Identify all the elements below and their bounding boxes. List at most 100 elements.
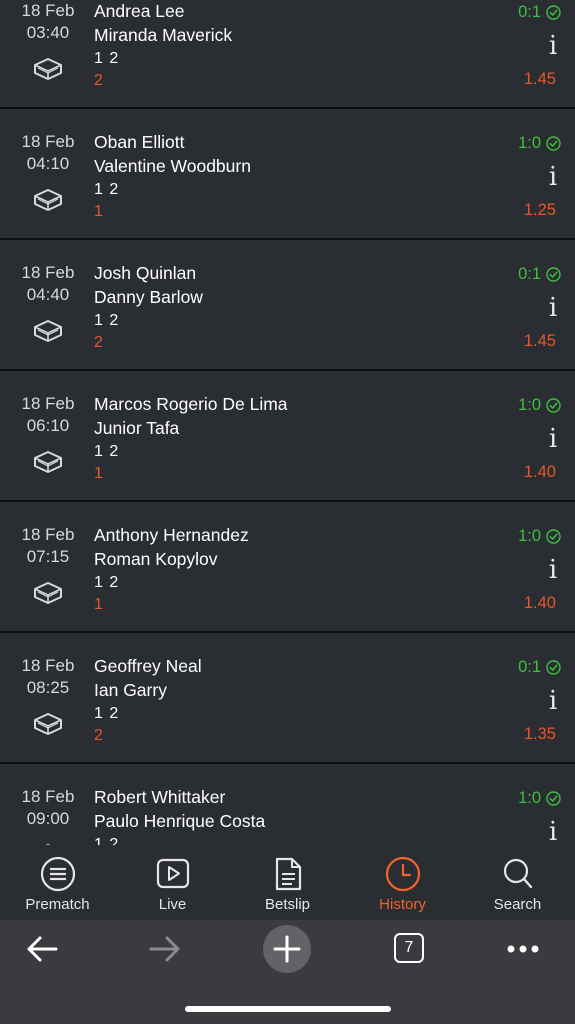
check-circle-icon [546, 4, 561, 20]
match-row[interactable]: 18 Feb 03:40 Andrea Lee Miranda Maverick 1 2… [0, 0, 575, 109]
team-1: Andrea Lee [94, 1, 185, 21]
tab-search[interactable]: Search [460, 845, 575, 920]
clock-icon [385, 856, 421, 892]
market-label: 1 2 [94, 312, 120, 329]
odds-value: 1.45 [523, 332, 556, 350]
document-icon [275, 857, 302, 891]
team-1: Robert Whittaker [94, 787, 226, 807]
info-icon[interactable]: i [546, 557, 560, 583]
score-text: 1:0 [518, 527, 541, 545]
tab-label: Prematch [25, 896, 90, 913]
match-day: 18 Feb [21, 263, 75, 282]
check-circle-icon [546, 266, 561, 282]
team-2: Valentine Woodburn [94, 156, 251, 176]
market-label: 1 2 [94, 50, 120, 67]
team-1: Josh Quinlan [94, 263, 197, 283]
match-time: 07:15 [26, 547, 70, 566]
match-score: 1:0 [518, 525, 561, 547]
match-time: 04:40 [26, 285, 70, 304]
play-icon [156, 858, 190, 889]
match-score: 0:1 [518, 1, 561, 23]
info-icon[interactable]: i [546, 164, 560, 190]
check-circle-icon [546, 135, 561, 151]
check-circle-icon [546, 397, 561, 413]
info-icon[interactable]: i [546, 688, 560, 714]
match-time: 04:10 [26, 154, 70, 173]
match-score: 1:0 [518, 132, 561, 154]
tab-switcher-button[interactable]: 7 [394, 933, 424, 963]
check-circle-icon [546, 528, 561, 544]
boxing-ring-icon [34, 58, 62, 80]
match-day: 18 Feb [21, 394, 75, 413]
market-label: 1 2 [94, 181, 120, 198]
match-row[interactable]: 18 Feb 04:40 Josh Quinlan Danny Barlow 1 2 2 0… [0, 240, 575, 371]
match-row[interactable]: 18 Feb 09:00 Robert Whittaker Paulo Henriqu… [0, 764, 575, 845]
info-icon[interactable]: i [546, 819, 560, 845]
info-icon[interactable]: i [546, 33, 560, 59]
info-icon[interactable]: i [546, 426, 560, 452]
market-label: 1 2 [94, 574, 120, 591]
match-day: 18 Feb [21, 656, 75, 675]
bet-pick: 2 [94, 72, 103, 89]
boxing-ring-icon [34, 713, 62, 735]
score-text: 1:0 [518, 789, 541, 807]
info-icon[interactable]: i [546, 295, 560, 321]
search-icon [503, 858, 533, 889]
tab-label: Live [158, 896, 187, 913]
odds-value: 1.40 [523, 594, 556, 612]
market-label: 1 2 [94, 705, 120, 722]
home-indicator [185, 1006, 391, 1012]
boxing-ring-icon [34, 189, 62, 211]
tab-label: Betslip [264, 896, 311, 913]
list-circle-icon [40, 856, 76, 892]
odds-value: 1.40 [523, 463, 556, 481]
match-day: 18 Feb [21, 525, 75, 544]
team-2: Miranda Maverick [94, 25, 233, 45]
match-score: 1:0 [518, 787, 561, 809]
team-2: Ian Garry [94, 680, 167, 700]
tab-betslip[interactable]: Betslip [230, 845, 345, 920]
market-label: 1 2 [94, 836, 120, 845]
team-2: Junior Tafa [94, 418, 180, 438]
team-1: Oban Elliott [94, 132, 185, 152]
more-options-icon[interactable] [506, 944, 540, 954]
match-row[interactable]: 18 Feb 04:10 Oban Elliott Valentine Woodbur… [0, 109, 575, 240]
tab-live[interactable]: Live [115, 845, 230, 920]
market-label: 1 2 [94, 443, 120, 460]
match-time: 06:10 [26, 416, 70, 435]
tab-prematch[interactable]: Prematch [0, 845, 115, 920]
match-day: 18 Feb [21, 787, 75, 806]
bet-pick: 1 [94, 465, 103, 482]
new-tab-plus-icon[interactable] [263, 925, 311, 973]
team-1: Marcos Rogerio De Lima [94, 394, 288, 414]
match-time: 08:25 [26, 678, 70, 697]
tab-count: 7 [404, 939, 414, 956]
score-text: 0:1 [518, 265, 541, 283]
team-1: Anthony Hernandez [94, 525, 249, 545]
boxing-ring-icon [34, 582, 62, 604]
match-history-list[interactable]: 18 Feb 03:40 Andrea Lee Miranda Maverick 1 2… [0, 0, 575, 845]
match-row[interactable]: 18 Feb 07:15 Anthony Hernandez Roman Kopylo… [0, 502, 575, 633]
bottom-tab-bar: Prematch Live Betslip History Search [0, 845, 575, 920]
match-row[interactable]: 18 Feb 08:25 Geoffrey Neal Ian Garry 1 2 2 0:1… [0, 633, 575, 764]
score-text: 1:0 [518, 396, 541, 414]
odds-value: 1.45 [523, 70, 556, 88]
check-circle-icon [546, 659, 561, 675]
boxing-ring-icon [34, 320, 62, 342]
bet-pick: 2 [94, 727, 103, 744]
match-day: 18 Feb [21, 132, 75, 151]
browser-toolbar: 7 [0, 920, 575, 1024]
tab-history[interactable]: History [345, 845, 460, 920]
match-score: 0:1 [518, 656, 561, 678]
score-text: 0:1 [518, 658, 541, 676]
odds-value: 1.35 [523, 725, 556, 743]
forward-arrow-icon[interactable] [147, 934, 183, 964]
match-row[interactable]: 18 Feb 06:10 Marcos Rogerio De Lima Junior … [0, 371, 575, 502]
back-arrow-icon[interactable] [24, 934, 60, 964]
match-time: 09:00 [26, 809, 70, 828]
team-2: Danny Barlow [94, 287, 203, 307]
boxing-ring-icon [34, 451, 62, 473]
team-2: Roman Kopylov [94, 549, 218, 569]
match-score: 1:0 [518, 394, 561, 416]
tab-label: Search [493, 896, 542, 913]
